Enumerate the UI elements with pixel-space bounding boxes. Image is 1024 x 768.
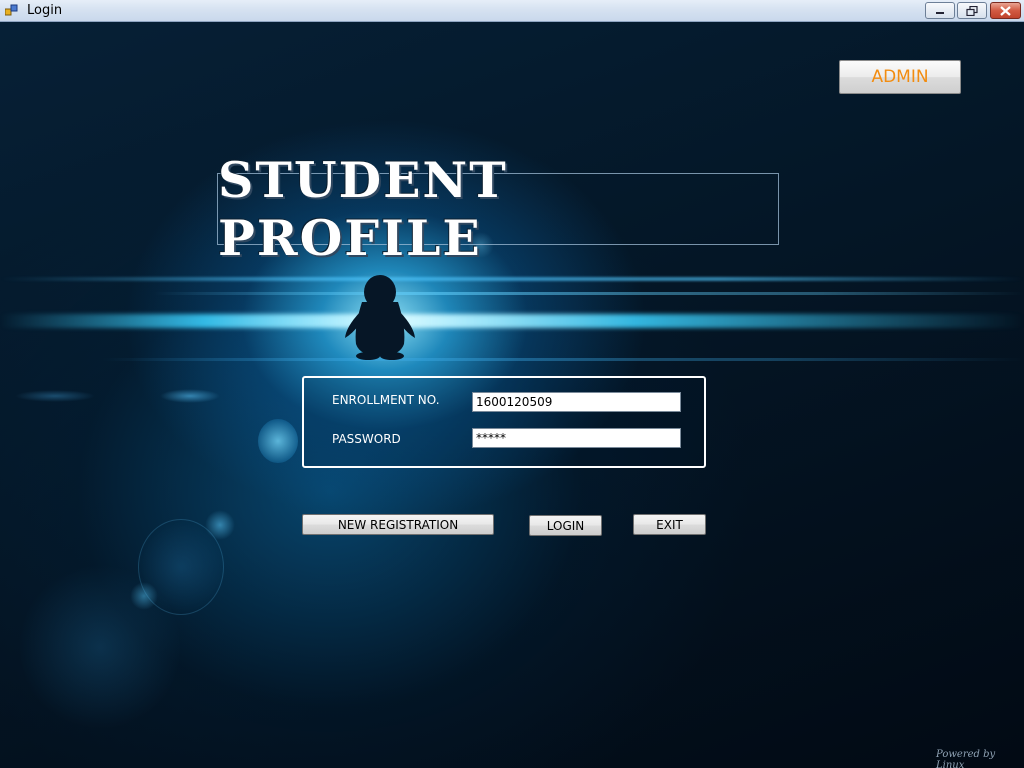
close-icon <box>1000 5 1011 16</box>
new-registration-button[interactable]: NEW REGISTRATION <box>302 514 494 535</box>
login-button[interactable]: LOGIN <box>529 515 602 536</box>
light-streak <box>0 292 1024 295</box>
bokeh-light <box>130 582 158 610</box>
enrollment-input[interactable] <box>472 392 681 412</box>
bokeh-light <box>20 562 180 732</box>
login-panel: ENROLLMENT NO. PASSWORD <box>302 376 706 468</box>
minimize-button[interactable] <box>925 2 955 19</box>
light-streak <box>0 277 1024 281</box>
app-icon <box>5 4 18 16</box>
bokeh-light <box>15 390 95 402</box>
penguin-icon <box>345 275 415 360</box>
window-title: Login <box>27 3 63 18</box>
bokeh-light <box>205 510 235 540</box>
restore-button[interactable] <box>957 2 987 19</box>
bokeh-light <box>258 419 298 463</box>
restore-icon <box>966 5 978 16</box>
light-streak <box>0 358 1024 361</box>
admin-button[interactable]: ADMIN <box>839 60 961 94</box>
enrollment-label: ENROLLMENT NO. <box>332 393 440 407</box>
window-titlebar: Login <box>0 0 1024 22</box>
bokeh-light <box>138 519 224 615</box>
password-label: PASSWORD <box>332 432 401 446</box>
exit-button[interactable]: EXIT <box>633 514 706 535</box>
powered-by-text: Powered by Linux <box>936 749 996 768</box>
close-button[interactable] <box>990 2 1021 19</box>
bokeh-light <box>160 389 220 403</box>
login-form-background: ADMIN STUDENT PROFILE ENROLLMENT NO. PAS… <box>0 22 1024 768</box>
password-input[interactable] <box>472 428 681 448</box>
title-banner: STUDENT PROFILE <box>217 151 779 267</box>
light-streak-main <box>0 314 1024 328</box>
minimize-icon <box>936 11 944 14</box>
page-title: STUDENT PROFILE <box>218 151 508 267</box>
